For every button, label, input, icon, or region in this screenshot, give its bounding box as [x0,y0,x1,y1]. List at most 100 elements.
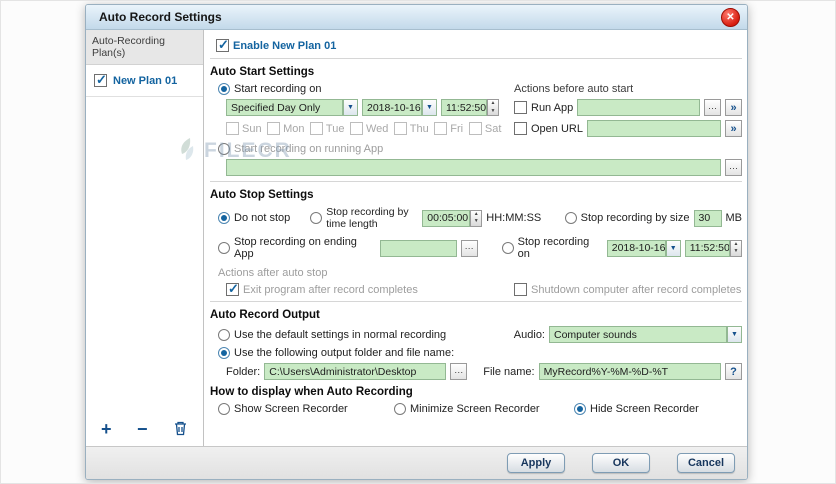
close-button[interactable]: ✕ [721,7,740,27]
stop-by-time-radio[interactable] [310,212,323,225]
chevrons-icon: » [730,101,737,114]
day-checkbox-fri[interactable] [434,122,448,135]
plan-list-item[interactable]: New Plan 01 [86,65,203,97]
start-recording-on-label: Start recording on [234,83,322,95]
running-app-path-field[interactable] [226,159,721,176]
spin-down-icon[interactable]: ▼ [731,248,741,256]
exit-program-label: Exit program after record completes [243,283,418,296]
start-date-field[interactable]: 2018-10-16 [362,99,422,116]
spin-up-icon[interactable]: ▲ [488,100,498,108]
plan-checkbox[interactable] [94,72,107,88]
show-recorder-radio[interactable] [218,403,230,416]
start-date-dropdown-icon[interactable]: ▼ [422,99,437,116]
stop-date-dropdown-icon[interactable]: ▼ [665,239,681,257]
day-mode-dropdown-icon[interactable]: ▼ [343,99,358,116]
hide-recorder-radio[interactable] [574,403,586,416]
stop-on-datetime-label: Stop recording on [517,236,590,261]
day-checkbox-sat[interactable] [468,122,482,135]
stop-time-length-field[interactable]: 00:05:00 [422,209,471,227]
stop-time-field[interactable]: 11:52:50 [684,239,730,257]
day-mode-select[interactable]: Specified Day Only [226,99,343,116]
stop-by-size-radio[interactable] [564,212,577,225]
ending-app-browse-button[interactable]: ··· [460,239,478,257]
day-label: Thu [409,122,429,135]
open-url-checkbox[interactable] [514,122,527,135]
default-output-label: Use the default settings in normal recor… [234,328,447,341]
day-checkbox-wed[interactable] [349,122,363,135]
ok-button[interactable]: OK [592,453,650,473]
shutdown-checkbox[interactable] [514,283,527,297]
start-time-field[interactable]: 11:52:50 [441,99,487,116]
stop-on-ending-app-label: Stop recording on ending App [234,236,357,261]
default-output-radio[interactable] [218,328,230,341]
trash-icon [175,421,186,436]
run-app-browse-button[interactable]: ··· [704,99,721,116]
stop-size-field[interactable]: 30 [693,209,722,227]
spin-up-icon[interactable]: ▲ [731,241,741,249]
enable-plan-checkbox[interactable] [216,37,229,53]
stop-on-ending-app-radio[interactable] [218,242,230,255]
divider [210,58,742,59]
audio-select[interactable]: Computer sounds [549,326,727,344]
file-name-field[interactable]: MyRecord%Y-%M-%D-%T [538,363,721,381]
apply-button[interactable]: Apply [507,453,565,473]
shutdown-label: Shutdown computer after record completes [531,283,742,296]
hide-recorder-label: Hide Screen Recorder [590,403,699,416]
day-label: Sun [242,122,262,135]
dialog-content: Auto-Recording Plan(s) New Plan 01 + − [86,30,747,446]
spin-down-icon[interactable]: ▼ [471,218,481,226]
spin-up-icon[interactable]: ▲ [471,211,481,219]
divider [210,181,742,182]
minimize-recorder-radio[interactable] [394,403,406,416]
stop-on-datetime-radio[interactable] [501,242,514,255]
day-checkbox-thu[interactable] [393,122,407,135]
window-title: Auto Record Settings [99,10,222,24]
run-app-expand-button[interactable]: » [725,99,742,116]
start-on-running-app-radio[interactable] [218,143,230,155]
open-url-field[interactable] [586,120,721,137]
day-checkbox-tue[interactable] [309,122,323,135]
run-app-checkbox[interactable] [514,101,527,114]
stop-time-length-spinner[interactable]: ▲ ▼ [470,209,483,227]
audio-dropdown-icon[interactable]: ▼ [727,326,742,344]
cancel-button[interactable]: Cancel [677,453,735,473]
show-recorder-label: Show Screen Recorder [234,403,348,416]
audio-label: Audio: [513,328,545,341]
folder-browse-button[interactable]: ··· [450,363,468,381]
remove-plan-button[interactable]: − [137,419,148,439]
start-on-running-app-label: Start recording on running App [234,143,384,155]
enable-plan-label: Enable New Plan 01 [233,39,337,52]
file-name-help-button[interactable]: ? [725,363,742,381]
day-label: Wed [365,122,389,135]
spin-down-icon[interactable]: ▼ [488,108,498,116]
ellipsis-icon: ··· [454,366,464,377]
stop-time-spinner[interactable]: ▲ ▼ [730,239,742,257]
day-checkbox-mon[interactable] [267,122,281,135]
start-time-spinner[interactable]: ▲ ▼ [487,99,499,116]
custom-output-label: Use the following output folder and file… [234,347,455,360]
titlebar[interactable]: Auto Record Settings ✕ [86,5,747,30]
do-not-stop-radio[interactable] [218,212,230,225]
delete-plan-button[interactable] [173,420,188,438]
running-app-browse-button[interactable]: ··· [725,159,742,176]
day-checkbox-sun[interactable] [226,122,239,135]
actions-after-stop-label: Actions after auto stop [218,267,328,280]
day-label: Mon [283,122,305,135]
run-app-label: Run App [531,101,574,114]
stop-by-size-label: Stop recording by size [580,212,690,225]
folder-field[interactable]: C:\Users\Administrator\Desktop [264,363,447,381]
exit-program-checkbox[interactable] [226,281,239,297]
display-section-title: How to display when Auto Recording [210,386,413,399]
start-recording-on-radio[interactable] [218,83,230,95]
run-app-path-field[interactable] [577,99,700,116]
minus-icon: − [137,419,148,439]
add-plan-button[interactable]: + [101,420,112,438]
stop-date-field[interactable]: 2018-10-16 [606,239,666,257]
open-url-expand-button[interactable]: » [725,120,742,137]
custom-output-radio[interactable] [218,347,230,360]
ending-app-field[interactable] [380,239,457,257]
day-label: Tue [325,122,345,135]
do-not-stop-label: Do not stop [234,212,291,225]
actions-before-start-label: Actions before auto start [514,83,634,95]
day-label: Fri [450,122,464,135]
